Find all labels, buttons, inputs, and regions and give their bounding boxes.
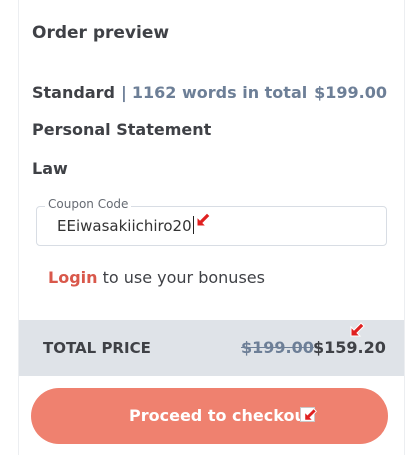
- word-count: 1162 words in total: [131, 83, 308, 102]
- red-arrow-icon: [304, 408, 317, 421]
- service-level-label: Standard: [32, 83, 115, 102]
- old-price: $199.00: [241, 338, 314, 357]
- proceed-to-checkout-button[interactable]: Proceed to checkout: [31, 388, 388, 444]
- login-row: Login to use your bonuses: [48, 268, 265, 287]
- checkout-button-label: Proceed to checkout: [129, 406, 314, 425]
- total-price-label: TOTAL PRICE: [43, 339, 151, 357]
- separator: |: [120, 83, 127, 102]
- text-caret: [192, 216, 194, 234]
- order-preview-card: Order preview Standard | 1162 words in to…: [18, 0, 405, 455]
- login-link[interactable]: Login: [48, 268, 98, 287]
- new-price: $159.20: [313, 338, 386, 357]
- service-level-row: Standard | 1162 words in total $199.00: [32, 83, 387, 105]
- subject: Law: [32, 159, 68, 178]
- base-price: $199.00: [314, 83, 387, 102]
- page: Order preview Standard | 1162 words in to…: [0, 0, 407, 455]
- login-suffix: to use your bonuses: [97, 268, 265, 287]
- red-arrow-icon: [350, 322, 365, 337]
- total-price-bar: TOTAL PRICE $199.00 $159.20: [19, 320, 404, 376]
- coupon-label: Coupon Code: [45, 197, 132, 211]
- coupon-value: EEiwasakiichiro20: [57, 217, 192, 235]
- order-preview-title: Order preview: [32, 23, 170, 43]
- red-arrow-icon: [196, 212, 211, 227]
- paper-type: Personal Statement: [32, 120, 212, 139]
- coupon-input[interactable]: EEiwasakiichiro20: [57, 215, 194, 237]
